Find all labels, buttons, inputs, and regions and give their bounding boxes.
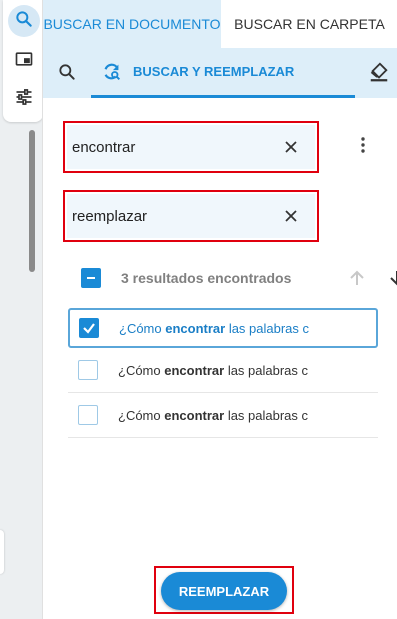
replace-input[interactable]: reemplazar bbox=[63, 190, 319, 242]
arrow-up-icon bbox=[350, 270, 364, 285]
select-all-checkbox[interactable] bbox=[81, 268, 101, 288]
rail-panel-button[interactable] bbox=[8, 45, 40, 77]
close-icon bbox=[285, 141, 297, 153]
find-input-value: encontrar bbox=[72, 138, 136, 156]
next-result-button[interactable] bbox=[385, 266, 397, 290]
search-panel: BUSCAR EN DOCUMENTO BUSCAR EN CARPETA BU… bbox=[42, 0, 397, 619]
panel-icon bbox=[14, 49, 34, 74]
replace-button[interactable]: REEMPLAZAR bbox=[161, 572, 287, 610]
subtab-find-replace-label: BUSCAR Y REEMPLAZAR bbox=[133, 64, 295, 79]
result-item[interactable]: ¿Cómo encontrar las palabras c bbox=[68, 308, 378, 348]
search-icon bbox=[14, 9, 34, 34]
rail-drag-handle[interactable] bbox=[0, 530, 4, 574]
result-checkbox[interactable] bbox=[78, 360, 98, 380]
subtab-find-replace[interactable]: BUSCAR Y REEMPLAZAR bbox=[91, 48, 355, 98]
replace-clear-button[interactable] bbox=[279, 204, 303, 228]
rail-settings-button[interactable] bbox=[8, 83, 40, 115]
subtab-search[interactable] bbox=[53, 60, 81, 88]
result-text: ¿Cómo encontrar las palabras c bbox=[118, 362, 309, 378]
match-highlight: encontrar bbox=[165, 320, 226, 336]
minus-icon bbox=[87, 277, 95, 279]
tab-search-document[interactable]: BUSCAR EN DOCUMENTO bbox=[43, 0, 221, 48]
previous-result-button[interactable] bbox=[345, 266, 369, 290]
match-highlight: encontrar bbox=[164, 362, 225, 378]
kebab-menu-icon bbox=[361, 136, 365, 158]
replace-button-highlight: REEMPLAZAR bbox=[154, 566, 294, 614]
result-item[interactable]: ¿Cómo encontrar las palabras c bbox=[68, 348, 378, 393]
results-header: 3 resultados encontrados bbox=[81, 266, 397, 290]
match-highlight: encontrar bbox=[164, 407, 225, 423]
result-text: ¿Cómo encontrar las palabras c bbox=[119, 320, 310, 336]
find-options-button[interactable] bbox=[353, 136, 373, 158]
find-input[interactable]: encontrar bbox=[63, 121, 319, 173]
search-icon bbox=[57, 62, 77, 87]
results-count: 3 resultados encontrados bbox=[121, 270, 292, 286]
result-text: ¿Cómo encontrar las palabras c bbox=[118, 407, 309, 423]
left-rail bbox=[0, 0, 43, 619]
replace-refresh-icon bbox=[101, 61, 123, 83]
rail-toolbar bbox=[3, 0, 43, 122]
clear-all-button[interactable] bbox=[365, 60, 393, 88]
rail-search-button[interactable] bbox=[8, 5, 40, 37]
checkmark-icon bbox=[83, 323, 95, 334]
tab-search-folder[interactable]: BUSCAR EN CARPETA bbox=[221, 0, 397, 48]
eraser-icon bbox=[368, 61, 390, 88]
find-clear-button[interactable] bbox=[279, 135, 303, 159]
result-item[interactable]: ¿Cómo encontrar las palabras c bbox=[68, 393, 378, 438]
subtab-bar: BUSCAR Y REEMPLAZAR bbox=[43, 48, 397, 98]
results-list: ¿Cómo encontrar las palabras c ¿Cómo enc… bbox=[68, 308, 378, 438]
close-icon bbox=[285, 210, 297, 222]
tab-bar: BUSCAR EN DOCUMENTO BUSCAR EN CARPETA bbox=[43, 0, 397, 48]
result-checkbox[interactable] bbox=[78, 405, 98, 425]
result-checkbox[interactable] bbox=[79, 318, 99, 338]
rail-scrollbar[interactable] bbox=[29, 130, 35, 272]
arrow-down-icon bbox=[390, 271, 397, 286]
sliders-icon bbox=[14, 87, 34, 112]
replace-input-value: reemplazar bbox=[72, 207, 148, 225]
